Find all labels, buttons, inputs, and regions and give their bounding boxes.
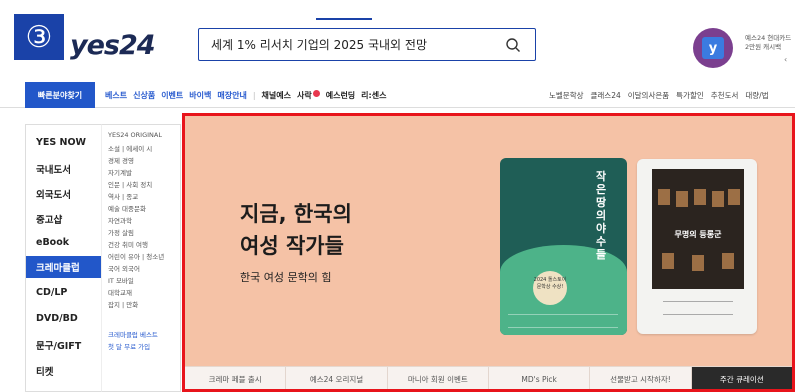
- subcategory-item[interactable]: YES24 ORIGINAL: [108, 131, 162, 139]
- ad-banner-icon[interactable]: y: [693, 28, 733, 68]
- nav-link-bulk[interactable]: 대량/법: [745, 90, 768, 101]
- subcategory-item[interactable]: 건강 취미 여행: [108, 239, 148, 249]
- banner-tab[interactable]: 선물받고 시작하자!: [590, 367, 692, 389]
- category-used-shop[interactable]: 중고샵: [36, 212, 62, 226]
- nav-link-best[interactable]: 베스트: [105, 90, 127, 101]
- nav-link-sarak-label: 사락: [296, 90, 312, 100]
- subcategory-item[interactable]: 경제 경영: [108, 155, 134, 165]
- subcategory-item[interactable]: 국어 외국어: [108, 263, 140, 273]
- window-art: [658, 189, 670, 205]
- category-cd-lp[interactable]: CD/LP: [36, 287, 67, 298]
- nav-link-nobel[interactable]: 노벨문학상: [549, 90, 584, 101]
- banner-tab[interactable]: MD's Pick: [489, 367, 591, 389]
- crema-free-trial-link[interactable]: 첫 달 무료 가입: [108, 341, 150, 351]
- subcategory-item[interactable]: 대학교재: [108, 287, 132, 297]
- subcategory-item[interactable]: 어린이 유아 | 청소년: [108, 251, 164, 261]
- window-art: [676, 191, 688, 207]
- yes24-logo[interactable]: yes24: [70, 30, 156, 61]
- new-badge-icon: [312, 89, 320, 97]
- main-banner[interactable]: 지금, 한국의 여성 작가들 한국 여성 문학의 힘 작은 땅의 야수들 202…: [182, 113, 795, 392]
- category-ebook[interactable]: eBook: [36, 237, 69, 248]
- subcategory-item[interactable]: IT 모바일: [108, 275, 134, 285]
- book-cover-lantern[interactable]: 무명의 등롱군: [637, 159, 757, 334]
- nav-link-recommend[interactable]: 추천도서: [711, 90, 739, 101]
- nav-link-event[interactable]: 이벤트: [161, 90, 183, 101]
- nav-link-new[interactable]: 신상품: [133, 90, 155, 101]
- category-crema-club[interactable]: 크레마클럽: [26, 256, 102, 278]
- window-art: [722, 253, 734, 269]
- book-cover-small-land-beasts[interactable]: 작은 땅의 야수들 2024 톨스토이문학상 수상!: [500, 158, 627, 335]
- subcategory-item[interactable]: 역사 | 종교: [108, 191, 138, 201]
- subcategory-item[interactable]: 예술 대중문화: [108, 203, 146, 213]
- ad-banner-text[interactable]: 예스24 현대카드 2만원 캐시백: [745, 34, 791, 52]
- window-art: [694, 189, 706, 205]
- nav-link-channel[interactable]: 채널예스: [262, 90, 291, 101]
- banner-tab-active[interactable]: 주간 큐레이션: [691, 367, 792, 389]
- window-art: [728, 189, 740, 205]
- nav-left-links: 베스트 신상품 이벤트 바이백 매장안내 | 채널예스 사락 예스런딩 리:센스: [105, 82, 386, 108]
- subcategory-item[interactable]: 소설 | 에세이 시: [108, 143, 152, 153]
- crema-best-link[interactable]: 크레마클럽 베스트: [108, 329, 158, 339]
- nav-link-store[interactable]: 매장안내: [217, 90, 246, 101]
- ad-prev-arrow-icon[interactable]: ‹: [784, 55, 787, 64]
- category-dvd-bd[interactable]: DVD/BD: [36, 313, 78, 324]
- banner-tab[interactable]: 마니아 회원 이벤트: [388, 367, 489, 389]
- subcategory-item[interactable]: 인문 | 사회 정치: [108, 179, 152, 189]
- category-stationery-gift[interactable]: 문구/GIFT: [36, 338, 81, 352]
- nav-right-links: 노벨문학상 클래스24 이달의사은품 특가할인 추천도서 대량/법: [549, 82, 769, 108]
- ad-line1: 예스24 현대카드: [745, 34, 792, 42]
- subcategory-item[interactable]: 잡지 | 만화: [108, 299, 138, 309]
- book2-blurb-lines: [663, 301, 733, 315]
- category-yes-now[interactable]: YES NOW: [36, 137, 86, 148]
- subcategory-item[interactable]: 가정 살림: [108, 227, 134, 237]
- window-art: [662, 253, 674, 269]
- banner-tabs: 크레마 페블 출시 예스24 오리지널 마니아 회원 이벤트 MD's Pick…: [185, 366, 792, 389]
- subcategory-item[interactable]: 자연과학: [108, 215, 132, 225]
- search-value: 세계 1% 리서치 기업의 2025 국내외 전망: [211, 38, 427, 52]
- book1-blurb-lines: [508, 314, 618, 328]
- quick-category-button[interactable]: 빠른분야찾기: [25, 82, 95, 108]
- search-input[interactable]: 세계 1% 리서치 기업의 2025 국내외 전망: [198, 28, 536, 61]
- window-art: [692, 255, 704, 271]
- nav-link-buyback[interactable]: 바이백: [189, 90, 211, 101]
- category-foreign-books[interactable]: 외국도서: [36, 187, 71, 201]
- nav-link-sale[interactable]: 특가할인: [676, 90, 704, 101]
- category-ticket[interactable]: 티켓: [36, 364, 53, 378]
- search-accent-line: [316, 18, 372, 20]
- book1-title: 작은 땅의 야수들: [596, 170, 607, 261]
- banner-subtitle: 한국 여성 문학의 힘: [240, 271, 332, 284]
- nav-link-gift[interactable]: 이달의사은품: [628, 90, 669, 101]
- book2-title: 무명의 등롱군: [674, 230, 722, 239]
- subcategory-item[interactable]: 자기계발: [108, 167, 132, 177]
- category-menu: YES NOW 국내도서 외국도서 중고샵 eBook 크레마클럽 CD/LP …: [25, 124, 102, 392]
- nav-divider: |: [252, 90, 256, 100]
- nav-link-license[interactable]: 리:센스: [361, 90, 386, 101]
- main-nav: 빠른분야찾기 베스트 신상품 이벤트 바이백 매장안내 | 채널예스 사락 예스…: [0, 82, 795, 108]
- nav-link-class24[interactable]: 클래스24: [591, 90, 621, 101]
- subcategory-panel: YES24 ORIGINAL 소설 | 에세이 시 경제 경영 자기계발 인문 …: [101, 124, 181, 392]
- award-stamp: 2024 톨스토이문학상 수상!: [533, 271, 567, 305]
- nav-link-sarak[interactable]: 사락: [296, 89, 320, 101]
- window-art: [712, 191, 724, 207]
- ad-icon-letter: y: [702, 37, 724, 59]
- banner-tab[interactable]: 크레마 페블 출시: [185, 367, 287, 389]
- search-icon[interactable]: [505, 37, 521, 53]
- banner-title-line2: 여성 작가들: [240, 234, 344, 258]
- category-domestic-books[interactable]: 국내도서: [36, 162, 71, 176]
- step-badge: ③: [14, 14, 64, 60]
- nav-link-funding[interactable]: 예스런딩: [326, 90, 355, 101]
- page: ③ yes24 세계 1% 리서치 기업의 2025 국내외 전망 y 예스24…: [0, 0, 795, 392]
- ad-line2: 2만원 캐시백: [745, 43, 782, 51]
- banner-tab[interactable]: 예스24 오리지널: [286, 367, 388, 389]
- banner-title-line1: 지금, 한국의: [240, 202, 352, 226]
